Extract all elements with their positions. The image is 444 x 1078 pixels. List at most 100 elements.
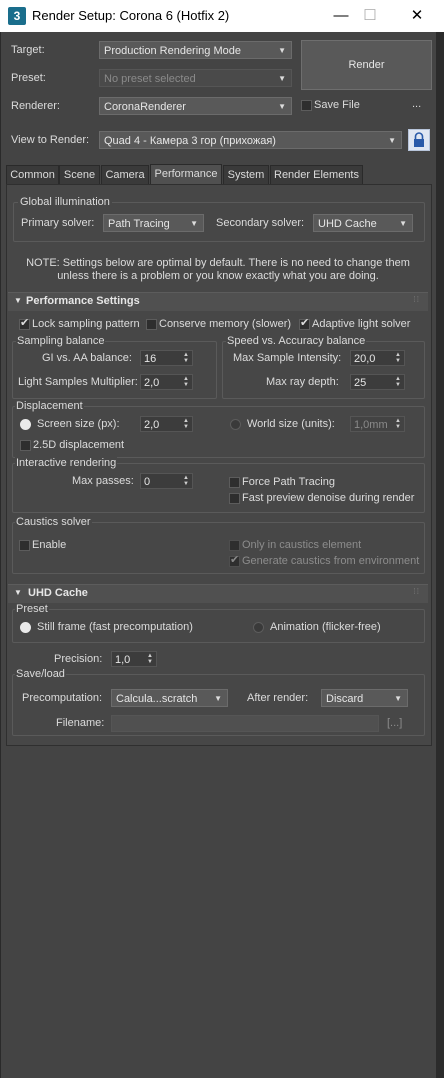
gi-aa-spinner[interactable]: 16 ▲ ▼ [140,350,193,366]
interactive-rendering-group [12,463,425,513]
uhd-cache-rollout-header[interactable]: ▼ UHD Cache ⁞⁞ [8,584,428,603]
tab-scene[interactable]: Scene [59,165,100,185]
precomputation-dropdown[interactable]: Calcula...scratch ▼ [111,689,228,707]
world-size-label: World size (units): [247,418,335,430]
target-label: Target: [11,44,45,56]
caustics-solver-title: Caustics solver [15,516,92,528]
world-size-value: 1,0mm [354,419,388,431]
adaptive-light-checkbox[interactable] [299,316,310,330]
spinner-arrows-icon: ▲ ▼ [147,653,153,665]
lock-view-button[interactable] [408,129,430,151]
close-button[interactable]: ✕ [402,4,432,28]
primary-solver-value: Path Tracing [108,218,170,230]
after-render-dropdown[interactable]: Discard ▼ [321,689,408,707]
precision-value: 1,0 [115,654,131,666]
collapse-arrow-icon: ▼ [14,296,22,305]
maximize-button[interactable]: ☐ [355,4,385,28]
gi-aa-label: GI vs. AA balance: [42,352,132,364]
caustics-enable-checkbox[interactable] [19,540,30,551]
fast-denoise-checkbox[interactable] [229,493,240,504]
browse-button[interactable]: [...] [387,717,402,729]
screen-size-value: 2,0 [144,419,160,431]
collapse-arrow-icon: ▼ [14,588,22,597]
secondary-solver-dropdown[interactable]: UHD Cache ▼ [313,214,413,232]
light-mult-value: 2,0 [144,377,160,389]
more-button[interactable]: ... [412,98,421,110]
renderer-label: Renderer: [11,100,60,112]
chevron-down-icon: ▼ [278,102,286,111]
renderer-value: CoronaRenderer [104,101,186,113]
max-depth-label: Max ray depth: [266,376,339,388]
generate-env-checkbox[interactable] [229,553,240,567]
light-mult-label: Light Samples Multiplier: [18,376,138,388]
screen-size-spinner[interactable]: 2,0 ▲ ▼ [140,416,193,432]
max-passes-value: 0 [144,476,151,488]
secondary-solver-label: Secondary solver: [216,217,305,229]
twofive-displacement-checkbox[interactable] [20,440,31,451]
screen-size-radio[interactable] [20,419,31,430]
conserve-memory-checkbox[interactable] [146,319,157,330]
filename-input[interactable] [111,715,379,732]
tab-system[interactable]: System [223,165,269,185]
grip-icon: ⁞⁞ [413,587,420,596]
speed-accuracy-title: Speed vs. Accuracy balance [226,335,367,347]
tab-render-elements[interactable]: Render Elements [270,165,363,185]
precomputation-label: Precomputation: [22,692,103,704]
performance-settings-rollout-header[interactable]: ▼ Performance Settings ⁞⁞ [8,292,428,311]
preset-value: No preset selected [104,73,196,85]
conserve-memory-label: Conserve memory (slower) [159,318,292,330]
empty-panel-area [6,746,430,1064]
world-size-radio[interactable] [230,419,241,430]
tab-camera[interactable]: Camera [101,165,149,185]
save-file-checkbox[interactable] [301,100,312,111]
max-passes-spinner[interactable]: 0 ▲ ▼ [140,473,193,489]
force-path-tracing-checkbox[interactable] [229,477,240,488]
after-render-label: After render: [247,692,309,704]
note-line-1: NOTE: Settings below are optimal by defa… [26,257,410,269]
preset-dropdown[interactable]: No preset selected ▼ [99,69,292,87]
spinner-arrows-icon: ▲ ▼ [183,352,189,364]
lock-sampling-checkbox[interactable] [19,316,30,330]
uhd-cache-title: UHD Cache [28,587,88,599]
view-to-render-value: Quad 4 - Камера 3 гор (прихожая) [104,135,276,147]
chevron-down-icon: ▼ [399,219,407,228]
spinner-arrows-icon: ▲ ▼ [183,475,189,487]
primary-solver-label: Primary solver: [21,217,95,229]
viewport-edge [436,32,444,1078]
light-mult-spinner[interactable]: 2,0 ▲ ▼ [140,374,193,390]
only-caustics-checkbox[interactable] [229,540,240,551]
tab-common[interactable]: Common [6,165,59,185]
precomputation-value: Calcula...scratch [116,693,198,705]
renderer-dropdown[interactable]: CoronaRenderer ▼ [99,97,292,115]
chevron-down-icon: ▼ [388,136,396,145]
still-frame-label: Still frame (fast precomputation) [37,621,193,633]
tab-performance[interactable]: Performance [150,164,222,185]
animation-radio[interactable] [253,622,264,633]
primary-solver-dropdown[interactable]: Path Tracing ▼ [103,214,204,232]
grip-icon: ⁞⁞ [413,295,420,304]
minimize-button[interactable]: — [326,4,356,28]
app-icon: 3 [8,7,26,25]
global-illumination-title: Global illumination [18,196,112,208]
secondary-solver-value: UHD Cache [318,218,377,230]
target-dropdown[interactable]: Production Rendering Mode ▼ [99,41,292,59]
precision-spinner[interactable]: 1,0 ▲ ▼ [111,651,157,667]
chevron-down-icon: ▼ [214,694,222,703]
view-to-render-label: View to Render: [11,134,90,146]
animation-label: Animation (flicker-free) [270,621,381,633]
note-line-2: unless there is a problem or you know ex… [57,270,379,282]
max-intensity-spinner[interactable]: 20,0 ▲ ▼ [350,350,405,366]
performance-settings-title: Performance Settings [26,295,140,307]
world-size-spinner[interactable]: 1,0mm ▲ ▼ [350,416,405,432]
screen-size-label: Screen size (px): [37,418,120,430]
after-render-value: Discard [326,693,364,705]
gi-aa-value: 16 [144,353,157,365]
render-button[interactable]: Render [301,40,432,90]
preset-label: Preset: [11,72,46,84]
max-depth-spinner[interactable]: 25 ▲ ▼ [350,374,405,390]
view-to-render-dropdown[interactable]: Quad 4 - Камера 3 гор (прихожая) ▼ [99,131,402,149]
still-frame-radio[interactable] [20,622,31,633]
chevron-down-icon: ▼ [278,74,286,83]
chevron-down-icon: ▼ [278,46,286,55]
force-path-tracing-label: Force Path Tracing [242,476,335,488]
